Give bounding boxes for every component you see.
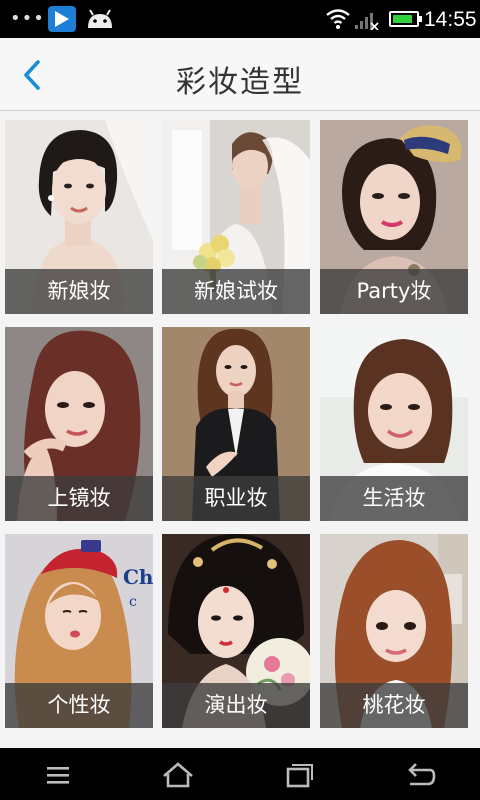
grid-tile[interactable]: 上镜妆 <box>5 327 153 521</box>
recent-apps-icon <box>286 764 313 788</box>
home-icon <box>163 762 193 788</box>
tile-label: 职业妆 <box>162 476 310 521</box>
tile-label: 生活妆 <box>320 476 468 521</box>
android-icon <box>86 8 114 34</box>
signal-icon <box>354 10 380 34</box>
svg-text:c: c <box>129 594 137 610</box>
tile-label: 上镜妆 <box>5 476 153 521</box>
menu-button[interactable] <box>38 760 78 790</box>
tile-label: 演出妆 <box>162 683 310 728</box>
battery-level <box>393 15 412 23</box>
menu-icon <box>47 767 69 784</box>
video-player-icon <box>48 6 76 32</box>
makeup-style-grid: 新娘妆 新娘试妆 Party妆 上镜妆 职业妆 生活妆 Ch c 个性妆 演出妆… <box>0 111 480 748</box>
status-bar: ••• 14:55 <box>0 0 480 38</box>
system-nav-bar <box>0 748 480 800</box>
grid-tile[interactable]: 新娘妆 <box>5 120 153 314</box>
svg-text:Ch: Ch <box>123 565 153 589</box>
tile-label: Party妆 <box>320 269 468 314</box>
grid-tile[interactable]: 新娘试妆 <box>162 120 310 314</box>
status-time: 14:55 <box>424 8 477 31</box>
grid-tile[interactable]: 职业妆 <box>162 327 310 521</box>
grid-tile[interactable]: Party妆 <box>320 120 468 314</box>
grid-tile[interactable]: 演出妆 <box>162 534 310 728</box>
app-header: 彩妆造型 <box>0 38 480 111</box>
back-icon <box>408 763 436 786</box>
tile-label: 个性妆 <box>5 683 153 728</box>
grid-tile[interactable]: 桃花妆 <box>320 534 468 728</box>
more-dots-icon: ••• <box>10 8 45 29</box>
battery-icon <box>389 11 422 27</box>
wifi-icon <box>326 9 350 33</box>
grid-tile[interactable]: 生活妆 <box>320 327 468 521</box>
tile-label: 新娘试妆 <box>162 269 310 314</box>
recent-apps-button[interactable] <box>279 760 319 790</box>
page-title: 彩妆造型 <box>176 65 304 100</box>
tile-label: 桃花妆 <box>320 683 468 728</box>
grid-tile[interactable]: Ch c 个性妆 <box>5 534 153 728</box>
tile-label: 新娘妆 <box>5 269 153 314</box>
nav-back-button[interactable] <box>400 760 440 790</box>
home-button[interactable] <box>158 760 198 790</box>
